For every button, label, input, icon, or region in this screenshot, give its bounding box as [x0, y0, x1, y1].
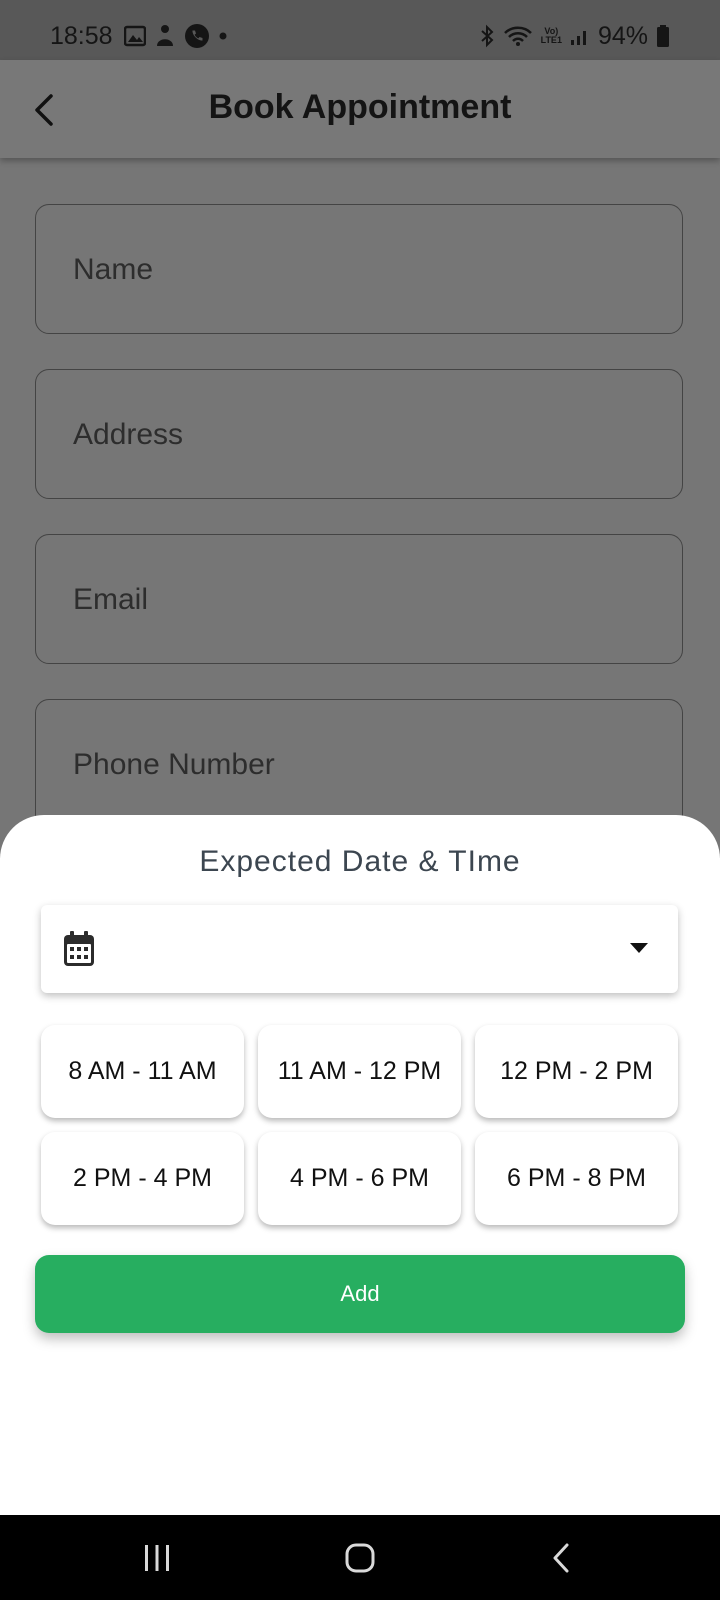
- home-button[interactable]: [335, 1535, 385, 1581]
- status-time: 18:58: [50, 22, 113, 50]
- battery-percentage: 94%: [597, 22, 648, 50]
- signal-icon: [570, 31, 586, 45]
- date-dropdown[interactable]: [41, 905, 678, 993]
- name-field[interactable]: Name: [35, 204, 683, 334]
- nav-back-button[interactable]: [536, 1535, 586, 1581]
- dropdown-arrow-icon: [630, 943, 648, 953]
- screen: 18:58 Vo) LTE1 94% Book Appointment Name…: [0, 0, 720, 1600]
- address-placeholder: Address: [73, 418, 184, 451]
- status-notification-icons: [124, 23, 228, 49]
- recent-apps-button[interactable]: [132, 1535, 182, 1581]
- email-field[interactable]: Email: [35, 534, 683, 664]
- appointment-form: Name Address Email Phone Number: [0, 158, 720, 858]
- wifi-icon: [503, 26, 532, 46]
- home-icon: [345, 1543, 375, 1573]
- time-slot-button[interactable]: 2 PM - 4 PM: [41, 1132, 244, 1225]
- time-slot-button[interactable]: 4 PM - 6 PM: [258, 1132, 461, 1225]
- address-field[interactable]: Address: [35, 369, 683, 499]
- chevron-left-icon: [553, 1543, 569, 1573]
- bluetooth-icon: [480, 24, 494, 48]
- email-placeholder: Email: [73, 583, 149, 616]
- gallery-icon: [124, 25, 146, 47]
- phone-number-field[interactable]: Phone Number: [35, 699, 683, 829]
- notification-dot-icon: [219, 32, 227, 40]
- add-button[interactable]: Add: [35, 1255, 685, 1333]
- recent-apps-icon: [145, 1545, 169, 1571]
- app-bar: Book Appointment: [0, 60, 720, 158]
- phone-number-placeholder: Phone Number: [73, 748, 275, 781]
- phone-call-icon: [185, 24, 209, 48]
- date-time-bottom-sheet: Expected Date & TIme 8 AM - 11 AM 11 AM …: [0, 815, 720, 1515]
- person-icon: [157, 25, 173, 46]
- time-slot-grid: 8 AM - 11 AM 11 AM - 12 PM 12 PM - 2 PM …: [41, 1025, 679, 1225]
- time-slot-button[interactable]: 12 PM - 2 PM: [475, 1025, 678, 1118]
- calendar-icon: [64, 931, 94, 966]
- network-type-label: Vo) LTE1: [540, 26, 562, 45]
- time-slot-button[interactable]: 11 AM - 12 PM: [258, 1025, 461, 1118]
- sheet-title: Expected Date & TIme: [199, 845, 521, 878]
- time-slot-button[interactable]: 6 PM - 8 PM: [475, 1132, 678, 1225]
- status-system-icons: Vo) LTE1 94%: [479, 22, 670, 50]
- battery-icon: [657, 25, 669, 47]
- system-navigation-bar: [0, 1515, 720, 1600]
- name-placeholder: Name: [73, 253, 154, 286]
- status-bar: 18:58 Vo) LTE1 94%: [0, 0, 720, 60]
- page-title: Book Appointment: [208, 88, 512, 126]
- time-slot-button[interactable]: 8 AM - 11 AM: [41, 1025, 244, 1118]
